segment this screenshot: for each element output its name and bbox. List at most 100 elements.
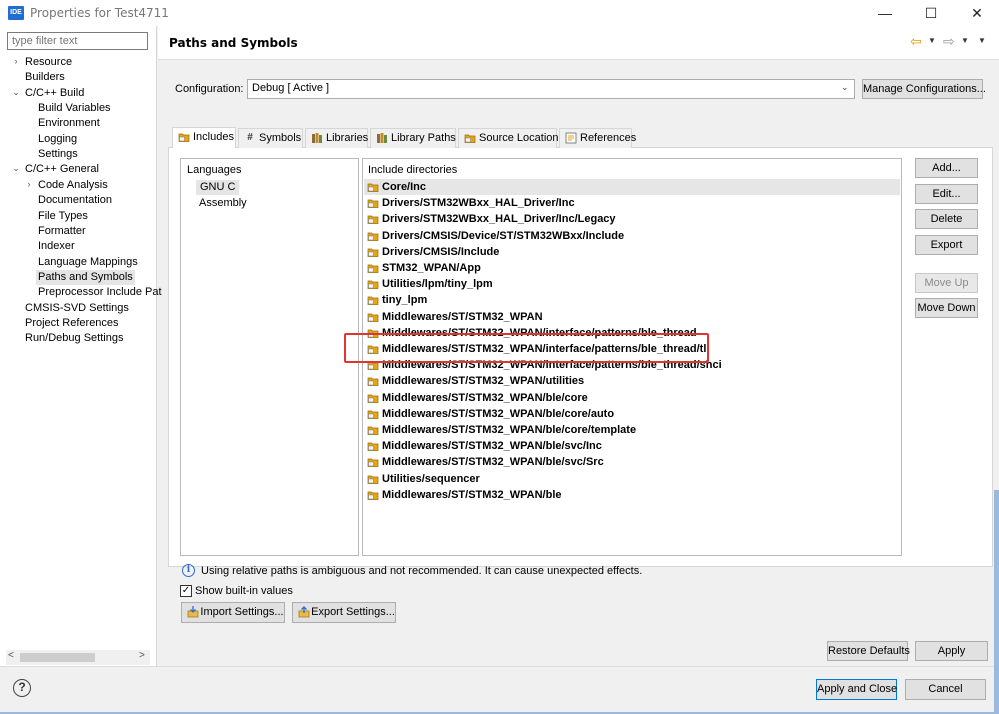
include-folder-icon [367, 408, 379, 420]
tab-library-paths[interactable]: Library Paths [370, 128, 456, 148]
maximize-button[interactable]: ☐ [908, 0, 954, 26]
include-folder-icon [367, 246, 379, 258]
chevron-right-icon[interactable]: › [24, 179, 34, 189]
include-row[interactable]: Middlewares/ST/STM32_WPAN/interface/patt… [364, 325, 900, 341]
tree-item[interactable]: Settings [38, 147, 78, 162]
show-builtin-label[interactable]: Show built-in values [195, 585, 293, 597]
library-icon [311, 132, 323, 144]
chevron-down-icon[interactable]: ⌄ [11, 87, 21, 98]
export-settings-button[interactable]: Export Settings... [292, 602, 396, 623]
include-row[interactable]: Utilities/lpm/tiny_lpm [364, 276, 900, 292]
include-folder-icon [367, 473, 379, 485]
include-row[interactable]: Middlewares/ST/STM32_WPAN/ble/core/auto [364, 406, 900, 422]
tree-item[interactable]: Preprocessor Include Pat [38, 285, 162, 300]
relative-path-warning: Using relative paths is ambiguous and no… [201, 565, 643, 577]
include-row[interactable]: tiny_lpm [364, 292, 900, 308]
help-icon[interactable]: ? [13, 679, 31, 697]
include-path: Utilities/sequencer [382, 472, 480, 485]
tree-item[interactable]: File Types [38, 209, 88, 224]
tree-item[interactable]: C/C++ General [25, 162, 99, 177]
info-icon: i [182, 564, 195, 577]
delete-button[interactable]: Delete [915, 209, 978, 229]
scroll-left-icon[interactable]: < [8, 650, 14, 661]
back-arrow-icon[interactable]: ⇦ [910, 33, 922, 50]
cancel-button[interactable]: Cancel [905, 679, 986, 700]
move-down-button[interactable]: Move Down [915, 298, 978, 318]
tree-item[interactable]: Language Mappings [38, 255, 138, 270]
apply-and-close-button[interactable]: Apply and Close [816, 679, 897, 700]
import-settings-button[interactable]: Import Settings... [181, 602, 285, 623]
include-row[interactable]: Middlewares/ST/STM32_WPAN/interface/patt… [364, 357, 900, 373]
scrollbar-thumb[interactable] [20, 653, 95, 662]
tab-source-location[interactable]: Source Location [458, 128, 559, 148]
include-folder-icon [367, 440, 379, 452]
scroll-right-icon[interactable]: > [139, 650, 145, 661]
manage-configurations-button[interactable]: Manage Configurations... [862, 79, 986, 99]
tree-item[interactable]: Formatter [38, 224, 86, 239]
tree-item[interactable]: Resource [25, 55, 72, 70]
tree-item[interactable]: Builders [25, 70, 65, 85]
chevron-down-icon[interactable]: ⌄ [11, 163, 21, 174]
tree-item[interactable]: Environment [38, 116, 100, 131]
show-builtin-checkbox[interactable]: ✓ [180, 585, 192, 597]
tab-symbols[interactable]: # Symbols [238, 128, 303, 148]
view-menu-icon[interactable]: ▼ [978, 36, 986, 45]
tree-item[interactable]: C/C++ Build [25, 86, 84, 101]
filter-input[interactable] [7, 32, 148, 50]
forward-arrow-icon[interactable]: ⇨ [943, 33, 955, 50]
tree-item[interactable]: Run/Debug Settings [25, 331, 123, 346]
add-button[interactable]: Add... [915, 158, 978, 178]
apply-button[interactable]: Apply [915, 641, 988, 661]
tree-item[interactable]: Build Variables [38, 101, 111, 116]
include-row[interactable]: Middlewares/ST/STM32_WPAN/ble/core/templ… [364, 422, 900, 438]
include-row[interactable]: Middlewares/ST/STM32_WPAN/ble [364, 487, 900, 503]
tree-item[interactable]: Project References [25, 316, 119, 331]
tab-label: Libraries [326, 132, 369, 144]
tab-libraries[interactable]: Libraries [305, 128, 368, 148]
include-row[interactable]: Middlewares/ST/STM32_WPAN/utilities [364, 373, 900, 389]
references-icon [565, 132, 577, 144]
language-item-gnu-c[interactable]: GNU C [196, 180, 240, 195]
configuration-select[interactable]: Debug [ Active ] [247, 79, 855, 99]
export-button[interactable]: Export [915, 235, 978, 255]
chevron-down-icon[interactable]: ⌄ [841, 82, 849, 93]
language-item-assembly[interactable]: Assembly [199, 196, 247, 211]
tab-includes[interactable]: Includes [172, 127, 236, 148]
tree-item[interactable]: Logging [38, 132, 77, 147]
include-row[interactable]: Core/Inc [364, 179, 900, 195]
chevron-right-icon[interactable]: › [11, 56, 21, 66]
include-row[interactable]: Drivers/STM32WBxx_HAL_Driver/Inc [364, 195, 900, 211]
tree-item[interactable]: CMSIS-SVD Settings [25, 301, 129, 316]
tab-references[interactable]: References [559, 128, 636, 148]
restore-defaults-button[interactable]: Restore Defaults [827, 641, 910, 661]
include-path: Middlewares/ST/STM32_WPAN/ble/core/auto [382, 407, 615, 420]
include-folder-icon [367, 327, 379, 339]
library-path-icon [376, 132, 388, 144]
include-row[interactable]: Drivers/STM32WBxx_HAL_Driver/Inc/Legacy [364, 211, 900, 227]
include-row[interactable]: Drivers/CMSIS/Include [364, 244, 900, 260]
include-row[interactable]: Middlewares/ST/STM32_WPAN/ble/svc/Inc [364, 438, 900, 454]
tree-item[interactable]: Indexer [38, 239, 75, 254]
include-path: Middlewares/ST/STM32_WPAN [382, 310, 543, 323]
close-window-button[interactable]: ✕ [954, 0, 999, 26]
tree-item[interactable]: Paths and Symbols [36, 269, 135, 285]
include-row[interactable]: Drivers/CMSIS/Device/ST/STM32WBxx/Includ… [364, 228, 900, 244]
include-row[interactable]: Utilities/sequencer [364, 471, 900, 487]
source-folder-icon [464, 132, 476, 144]
back-dropdown-icon[interactable]: ▼ [928, 36, 936, 45]
include-row[interactable]: Middlewares/ST/STM32_WPAN [364, 309, 900, 325]
include-row[interactable]: Middlewares/ST/STM32_WPAN/ble/core [364, 390, 900, 406]
tree-item[interactable]: Code Analysis [38, 178, 108, 193]
include-row[interactable]: Middlewares/ST/STM32_WPAN/interface/patt… [364, 341, 900, 357]
include-row[interactable]: STM32_WPAN/App [364, 260, 900, 276]
edit-button[interactable]: Edit... [915, 184, 978, 204]
include-folder-icon [367, 278, 379, 290]
include-row[interactable]: Middlewares/ST/STM32_WPAN/ble/svc/Src [364, 454, 900, 470]
tab-label: Library Paths [391, 132, 456, 144]
include-path: Middlewares/ST/STM32_WPAN/ble [382, 488, 562, 501]
minimize-button[interactable]: — [862, 0, 908, 26]
include-folder-icon [367, 424, 379, 436]
tree-item[interactable]: Documentation [38, 193, 112, 208]
move-up-button[interactable]: Move Up [915, 273, 978, 293]
forward-dropdown-icon[interactable]: ▼ [961, 36, 969, 45]
